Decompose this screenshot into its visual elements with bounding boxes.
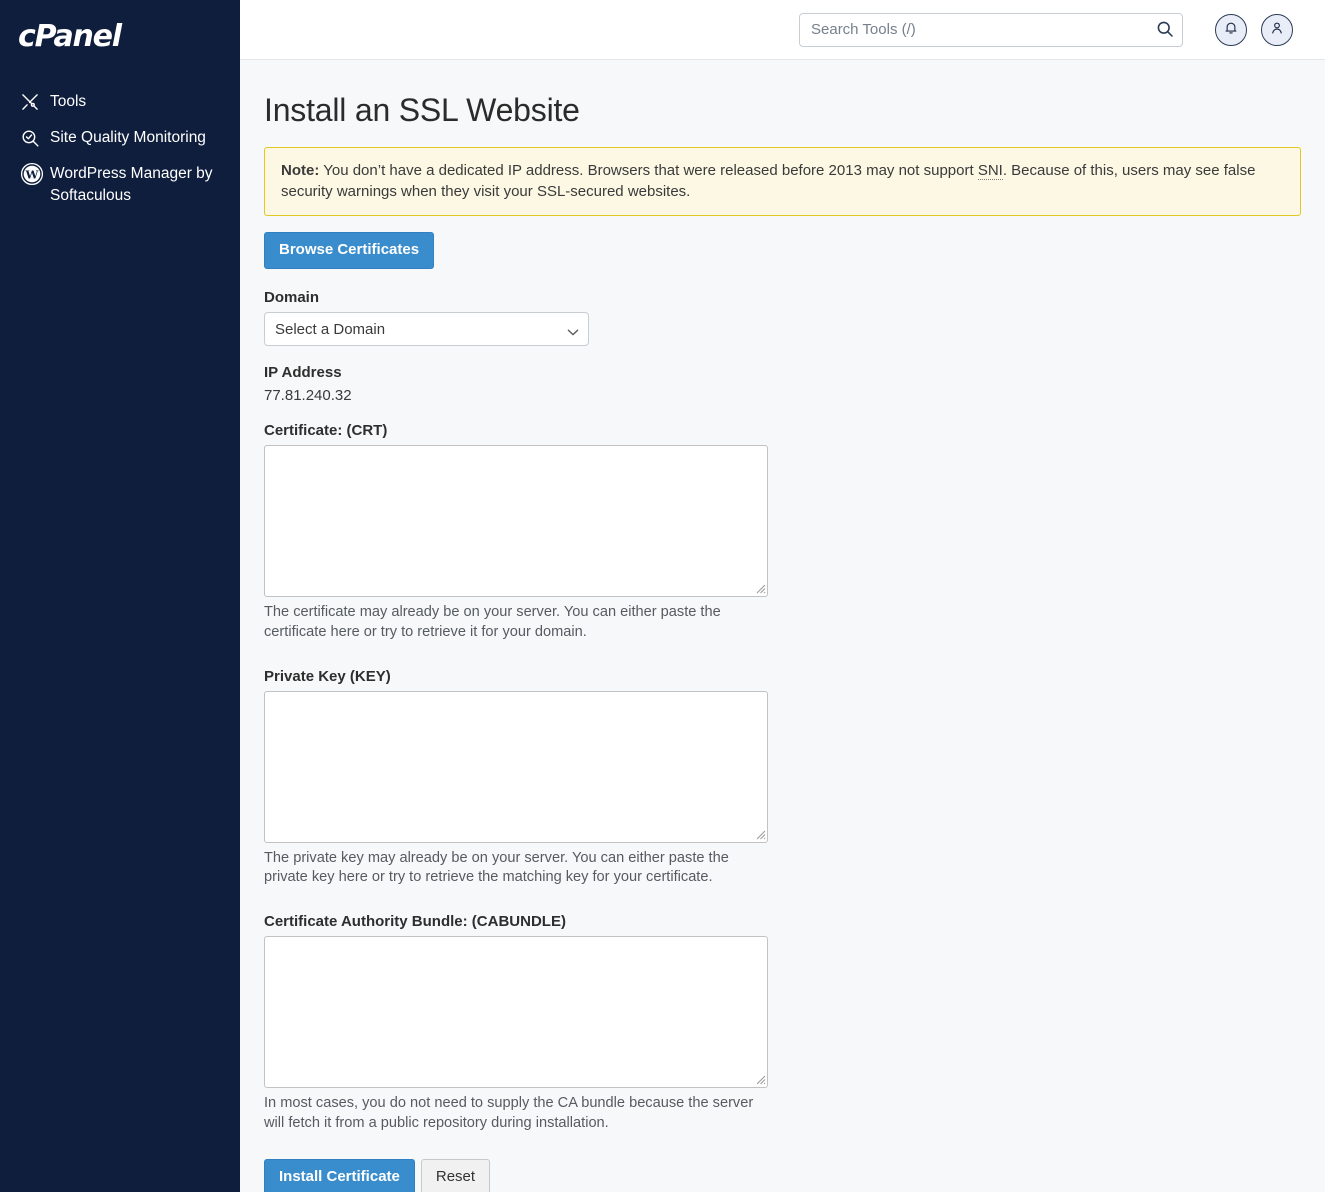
cabundle-section: Certificate Authority Bundle: (CABUNDLE)… bbox=[264, 913, 1301, 1133]
cpanel-logo: cPanel bbox=[18, 19, 122, 54]
reset-button[interactable]: Reset bbox=[420, 1158, 491, 1192]
account-button[interactable] bbox=[1261, 13, 1293, 46]
sidebar-item-tools[interactable]: Tools bbox=[0, 84, 240, 120]
certificate-label: Certificate: (CRT) bbox=[264, 422, 388, 440]
note-prefix: Note: bbox=[281, 161, 320, 179]
domain-select-container: Select a Domain bbox=[264, 312, 589, 347]
main-area: Install an SSL Website Note: You don’t h… bbox=[240, 0, 1325, 1192]
private-key-section: Private Key (KEY) The private key may al… bbox=[264, 668, 1301, 888]
bell-icon bbox=[1223, 20, 1239, 39]
certificate-textarea[interactable] bbox=[264, 445, 768, 598]
brand[interactable]: cPanel bbox=[0, 0, 240, 62]
sidebar-item-label: WordPress Manager by Softaculous bbox=[50, 165, 213, 204]
search-container bbox=[799, 12, 1183, 47]
certificate-help-text: The certificate may already be on your s… bbox=[264, 604, 721, 640]
cabundle-help-text: In most cases, you do not need to supply… bbox=[264, 1095, 754, 1131]
private-key-help-text: The private key may already be on your s… bbox=[264, 849, 729, 886]
topbar bbox=[240, 0, 1325, 60]
note-abbr-sni: SNI bbox=[977, 161, 1003, 180]
user-icon bbox=[1269, 20, 1285, 39]
sidebar-item-label: Tools bbox=[50, 93, 87, 110]
cabundle-textarea[interactable] bbox=[264, 936, 768, 1089]
cabundle-label: Certificate Authority Bundle: (CABUNDLE) bbox=[264, 913, 566, 931]
private-key-textarea-container bbox=[264, 690, 768, 843]
private-key-textarea[interactable] bbox=[264, 690, 768, 843]
note-text-before: You don’t have a dedicated IP address. B… bbox=[319, 161, 978, 179]
page-title: Install an SSL Website bbox=[264, 92, 580, 128]
app-root: cPanel Tools Site Quality Monitoring W W… bbox=[0, 0, 1325, 1192]
sidebar-item-label: Site Quality Monitoring bbox=[50, 129, 206, 146]
svg-text:W: W bbox=[25, 168, 40, 182]
certificate-section: Certificate: (CRT) The certificate may a… bbox=[264, 422, 1301, 642]
sidebar-item-wordpress-manager[interactable]: W WordPress Manager by Softaculous bbox=[0, 156, 240, 214]
certificate-textarea-container bbox=[264, 445, 768, 598]
ip-address-group: IP Address 77.81.240.32 bbox=[264, 364, 1301, 404]
private-key-label: Private Key (KEY) bbox=[264, 667, 391, 685]
form-actions: Install Certificate Reset bbox=[264, 1158, 1301, 1192]
ip-address-value: 77.81.240.32 bbox=[264, 387, 352, 405]
search-icon[interactable] bbox=[1154, 19, 1176, 41]
site-quality-icon bbox=[20, 127, 50, 149]
install-certificate-button[interactable]: Install Certificate bbox=[264, 1158, 415, 1192]
browse-certificates-button[interactable]: Browse Certificates bbox=[264, 232, 435, 270]
cabundle-textarea-container bbox=[264, 936, 768, 1089]
sidebar-item-site-quality-monitoring[interactable]: Site Quality Monitoring bbox=[0, 120, 240, 156]
sidebar: cPanel Tools Site Quality Monitoring W W… bbox=[0, 0, 240, 1192]
tools-icon bbox=[20, 91, 50, 113]
note-banner: Note: You don’t have a dedicated IP addr… bbox=[264, 146, 1301, 217]
domain-label: Domain bbox=[264, 289, 320, 307]
sidebar-nav: Tools Site Quality Monitoring W WordPres… bbox=[0, 84, 240, 214]
wordpress-icon: W bbox=[20, 162, 50, 186]
domain-field-group: Domain Select a Domain bbox=[264, 289, 1301, 347]
page-content: Install an SSL Website Note: You don’t h… bbox=[240, 60, 1325, 1192]
notifications-button[interactable] bbox=[1215, 13, 1247, 46]
domain-select[interactable]: Select a Domain bbox=[264, 312, 589, 347]
search-input[interactable] bbox=[799, 12, 1183, 47]
ip-address-label: IP Address bbox=[264, 364, 342, 382]
